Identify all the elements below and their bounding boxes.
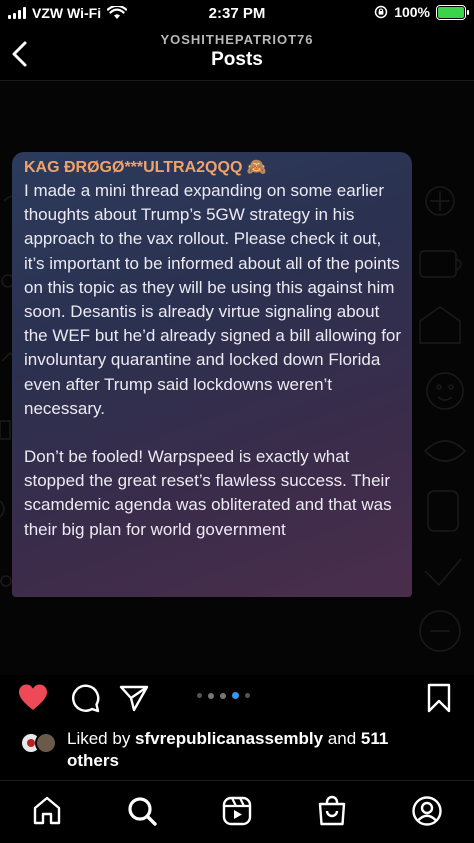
heart-filled-icon[interactable]: [18, 683, 48, 713]
liker-username[interactable]: sfvrepublicanassembly: [135, 729, 323, 748]
battery-label: 100%: [394, 4, 430, 20]
message-text: I made a mini thread expanding on some e…: [24, 179, 402, 542]
status-right: 100%: [374, 4, 469, 20]
likes-others[interactable]: others: [67, 751, 119, 770]
header: YOSHITHEPATRIOT76 Posts: [0, 30, 474, 80]
message-bubble: KAG ĐRØGØ***ULTRA2QQQ 🙈 I made a mini th…: [12, 152, 412, 597]
send-icon[interactable]: [119, 683, 149, 713]
avatar: [35, 732, 57, 754]
bottom-nav: [0, 781, 474, 843]
likes-text: Liked by sfvrepublicanassembly and 511 ot…: [67, 728, 467, 772]
post-image[interactable]: KAG ĐRØGØ***ULTRA2QQQ 🙈 I made a mini th…: [0, 81, 474, 675]
orientation-lock-icon: [374, 5, 388, 19]
liker-avatars: [20, 732, 64, 754]
search-icon[interactable]: [126, 795, 158, 827]
header-username: YOSHITHEPATRIOT76: [160, 32, 314, 47]
message-paragraph-1: I made a mini thread expanding on some e…: [24, 181, 402, 418]
shop-icon[interactable]: [316, 795, 348, 827]
message-author: KAG ĐRØGØ***ULTRA2QQQ 🙈: [24, 159, 267, 176]
message-paragraph-2: Don’t be fooled! Warpspeed is exactly wh…: [24, 447, 392, 539]
carousel-dot: [245, 693, 250, 698]
home-icon[interactable]: [31, 795, 63, 827]
profile-icon[interactable]: [411, 795, 443, 827]
reels-icon[interactable]: [221, 795, 253, 827]
battery-icon: [436, 4, 469, 20]
carousel-dot: [197, 693, 202, 698]
bookmark-icon[interactable]: [424, 683, 454, 713]
status-bar: VZW Wi-Fi 2:37 PM 100%: [0, 0, 474, 30]
post-actions: [0, 675, 474, 719]
page-title: Posts: [211, 49, 263, 70]
likes-suffix: and: [323, 729, 361, 748]
comment-icon[interactable]: [70, 683, 100, 713]
likes-prefix: Liked by: [67, 729, 136, 748]
carousel-dot: [220, 692, 226, 699]
likes-row[interactable]: Liked by sfvrepublicanassembly and 511 ot…: [0, 728, 474, 774]
likes-count: 511: [360, 729, 389, 748]
carousel-dot-active: [232, 692, 239, 699]
carousel-dot: [208, 692, 214, 699]
carousel-indicator: [197, 692, 250, 699]
